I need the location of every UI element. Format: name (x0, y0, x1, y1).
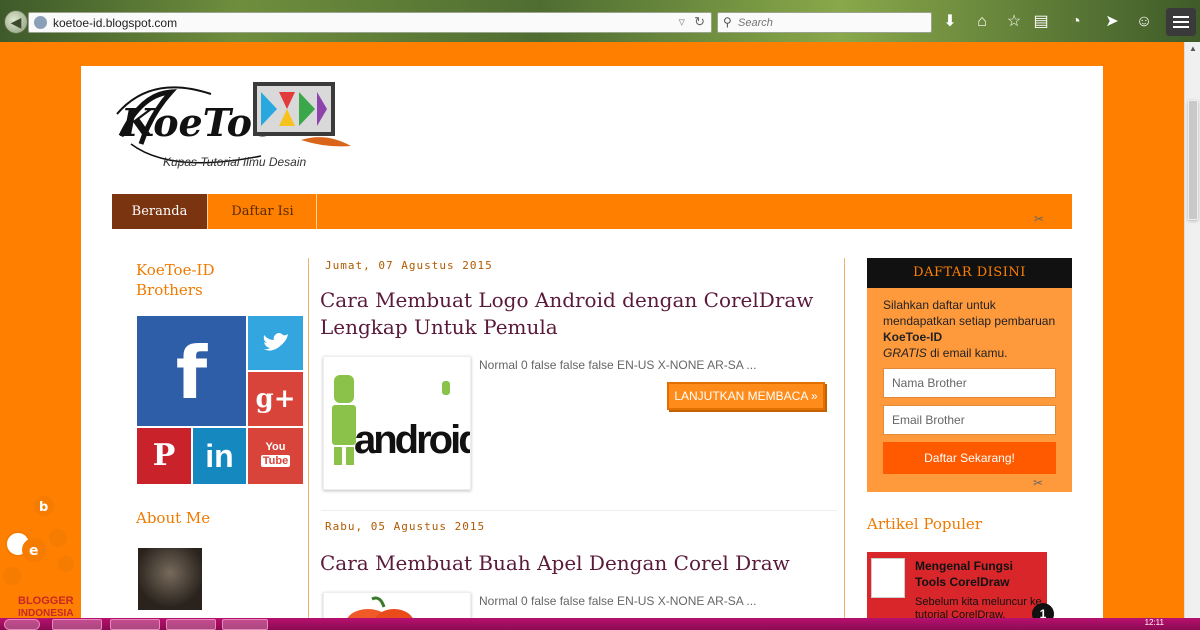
social-grid: f g+ P in You Tube (137, 316, 303, 484)
reload-icon[interactable]: ↻ (694, 14, 705, 30)
read-more-button[interactable]: LANJUTKAN MEMBACA » (667, 382, 825, 410)
url-bar[interactable]: koetoe-id.blogspot.com ▿ ↻ (28, 12, 712, 33)
logo-wordmark: KoeToe (120, 100, 276, 145)
wrench-icon[interactable]: ✂ (1033, 476, 1043, 490)
page-scrollbar[interactable]: ▲ (1184, 42, 1200, 618)
bookmark-star-icon[interactable]: ☆ (1002, 10, 1026, 34)
menu-icon[interactable] (1166, 8, 1196, 36)
scrollbar-thumb[interactable] (1188, 100, 1198, 220)
post-date: Rabu, 05 Agustus 2015 (325, 520, 486, 533)
name-field[interactable]: Nama Brother (883, 368, 1056, 398)
taskbar-explorer[interactable] (110, 619, 160, 630)
post-date: Jumat, 07 Agustus 2015 (325, 259, 493, 272)
post-snippet: Normal 0 false false false EN-US X-NONE … (479, 358, 757, 372)
svg-text:e: e (29, 543, 39, 559)
nav-item-daftar-isi[interactable]: Daftar Isi (209, 194, 317, 229)
site-logo[interactable]: KoeToe Kupas Tutorial Ilmu Desain (111, 74, 356, 174)
android-wordmark: android (354, 418, 470, 462)
email-field[interactable]: Email Brother (883, 405, 1056, 435)
taskbar: 12:11 (0, 618, 1200, 630)
taskbar-firefox[interactable] (52, 619, 102, 630)
brothers-title: KoeToe-ID Brothers (136, 261, 215, 299)
google-plus-icon[interactable]: g+ (248, 372, 303, 426)
taskbar-clock: 12:11 (1144, 618, 1164, 627)
taskbar-app[interactable] (222, 619, 268, 630)
browser-toolbar: ◀ koetoe-id.blogspot.com ▿ ↻ ⚲ ⬇ ⌂ ☆ ▤ ◔… (0, 0, 1200, 42)
taskbar-app[interactable] (166, 619, 216, 630)
site-favicon-icon (34, 16, 47, 29)
right-column-divider (844, 258, 845, 626)
reading-list-icon[interactable]: ▤ (1029, 10, 1053, 34)
dropdown-arrow-icon[interactable]: ▿ (678, 14, 685, 30)
post-thumbnail[interactable]: android (323, 356, 483, 490)
url-text: koetoe-id.blogspot.com (53, 16, 178, 30)
youtube-icon[interactable]: You Tube (248, 428, 303, 484)
popular-title: Artikel Populer (867, 515, 982, 533)
subscribe-header: DAFTAR DISINI (867, 258, 1072, 288)
search-input[interactable] (738, 15, 923, 30)
subscribe-box: Silahkan daftar untuk mendapatkan setiap… (867, 288, 1072, 492)
avatar[interactable] (138, 548, 202, 610)
addon-icon[interactable]: ◔ (1064, 10, 1088, 34)
subscribe-button[interactable]: Daftar Sekarang! (883, 442, 1056, 474)
twitter-icon[interactable] (248, 316, 303, 370)
facebook-icon[interactable]: f (137, 316, 246, 426)
svg-text:b: b (39, 500, 48, 515)
download-icon[interactable]: ⬇ (938, 10, 962, 34)
popular-post-item[interactable]: Mengenal Fungsi Tools CorelDraw Sebelum … (867, 552, 1047, 626)
about-me-title: About Me (136, 509, 211, 527)
blogger-indonesia-badge[interactable]: b e BLOGGER INDONESIA (0, 492, 82, 620)
search-bar[interactable]: ⚲ (717, 12, 932, 33)
home-icon[interactable]: ⌂ (970, 10, 994, 34)
wrench-icon[interactable]: ✂ (1034, 212, 1044, 226)
linkedin-icon[interactable]: in (193, 428, 246, 484)
site-tagline: Kupas Tutorial Ilmu Desain (163, 155, 307, 169)
popular-post-thumbnail (871, 558, 905, 598)
pinterest-icon[interactable]: P (137, 428, 191, 484)
post-separator (321, 510, 837, 511)
search-icon: ⚲ (723, 15, 732, 29)
back-icon[interactable]: ◀ (4, 10, 28, 34)
scroll-up-icon[interactable]: ▲ (1189, 44, 1197, 53)
blog-page: KoeToe Kupas Tutorial Ilmu Desain Berand… (81, 66, 1103, 626)
badge-line-1: BLOGGER (18, 595, 74, 607)
subscribe-description: Silahkan daftar untuk mendapatkan setiap… (883, 298, 1056, 360)
send-icon[interactable]: ➤ (1100, 10, 1124, 34)
post-title[interactable]: Cara Membuat Logo Android dengan CorelDr… (320, 287, 820, 341)
main-navbar: Beranda Daftar Isi ✂ (112, 194, 1072, 229)
left-column-divider (308, 258, 309, 626)
post-title[interactable]: Cara Membuat Buah Apel Dengan Corel Draw (320, 550, 820, 577)
smiley-icon[interactable]: ☺ (1132, 10, 1156, 34)
nav-item-beranda[interactable]: Beranda (112, 194, 208, 229)
start-button[interactable] (4, 619, 40, 630)
post-snippet: Normal 0 false false false EN-US X-NONE … (479, 594, 757, 608)
popular-post-title: Mengenal Fungsi Tools CorelDraw (915, 559, 1014, 589)
